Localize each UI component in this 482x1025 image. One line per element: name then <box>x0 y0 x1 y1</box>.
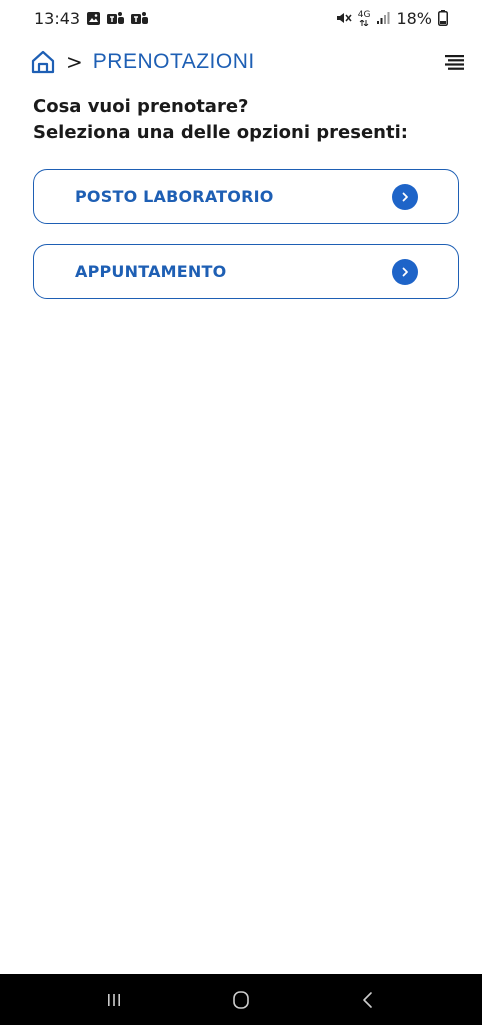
mute-icon <box>336 11 352 25</box>
back-icon <box>363 991 373 1008</box>
status-time: 13:43 <box>34 8 81 28</box>
battery-percent: 18% <box>396 8 432 28</box>
option-label: POSTO LABORATORIO <box>75 187 274 206</box>
teams-icon <box>107 11 125 26</box>
option-label: APPUNTAMENTO <box>75 262 227 281</box>
back-button[interactable] <box>348 980 388 1020</box>
chevron-right-icon <box>392 183 418 210</box>
breadcrumb-separator: > <box>66 50 83 74</box>
teams-icon <box>131 11 149 26</box>
home-icon[interactable] <box>30 49 56 75</box>
home-circle-icon <box>233 990 249 1009</box>
breadcrumb: > PRENOTAZIONI <box>30 44 466 80</box>
status-bar: 13:43 4G 18% <box>0 0 482 36</box>
screen: 13:43 4G 18% > PRENOTAZIONI Cosa vuoi pr… <box>0 0 482 1025</box>
prompt-question: Cosa vuoi prenotare? <box>33 96 249 117</box>
prompt-instruction: Seleziona una delle opzioni presenti: <box>33 122 408 143</box>
home-nav-button[interactable] <box>221 980 261 1020</box>
menu-button[interactable] <box>442 50 466 74</box>
recent-apps-button[interactable] <box>94 980 134 1020</box>
status-left: 13:43 <box>34 9 149 28</box>
signal-icon <box>376 11 390 25</box>
chevron-right-icon <box>392 258 418 285</box>
gallery-icon <box>86 11 101 26</box>
status-right: 4G 18% <box>336 9 448 28</box>
page-title: PRENOTAZIONI <box>92 50 255 73</box>
network-label: 4G <box>357 9 371 20</box>
option-appuntamento-button[interactable]: APPUNTAMENTO <box>33 244 459 299</box>
prompt-text: Cosa vuoi prenotare? Seleziona una delle… <box>33 94 466 146</box>
menu-icon <box>445 55 464 70</box>
recent-apps-icon <box>107 993 120 1006</box>
4g-icon: 4G <box>357 9 371 26</box>
option-posto-laboratorio-button[interactable]: POSTO LABORATORIO <box>33 169 459 224</box>
battery-icon <box>438 10 448 26</box>
navigation-bar <box>0 974 482 1025</box>
